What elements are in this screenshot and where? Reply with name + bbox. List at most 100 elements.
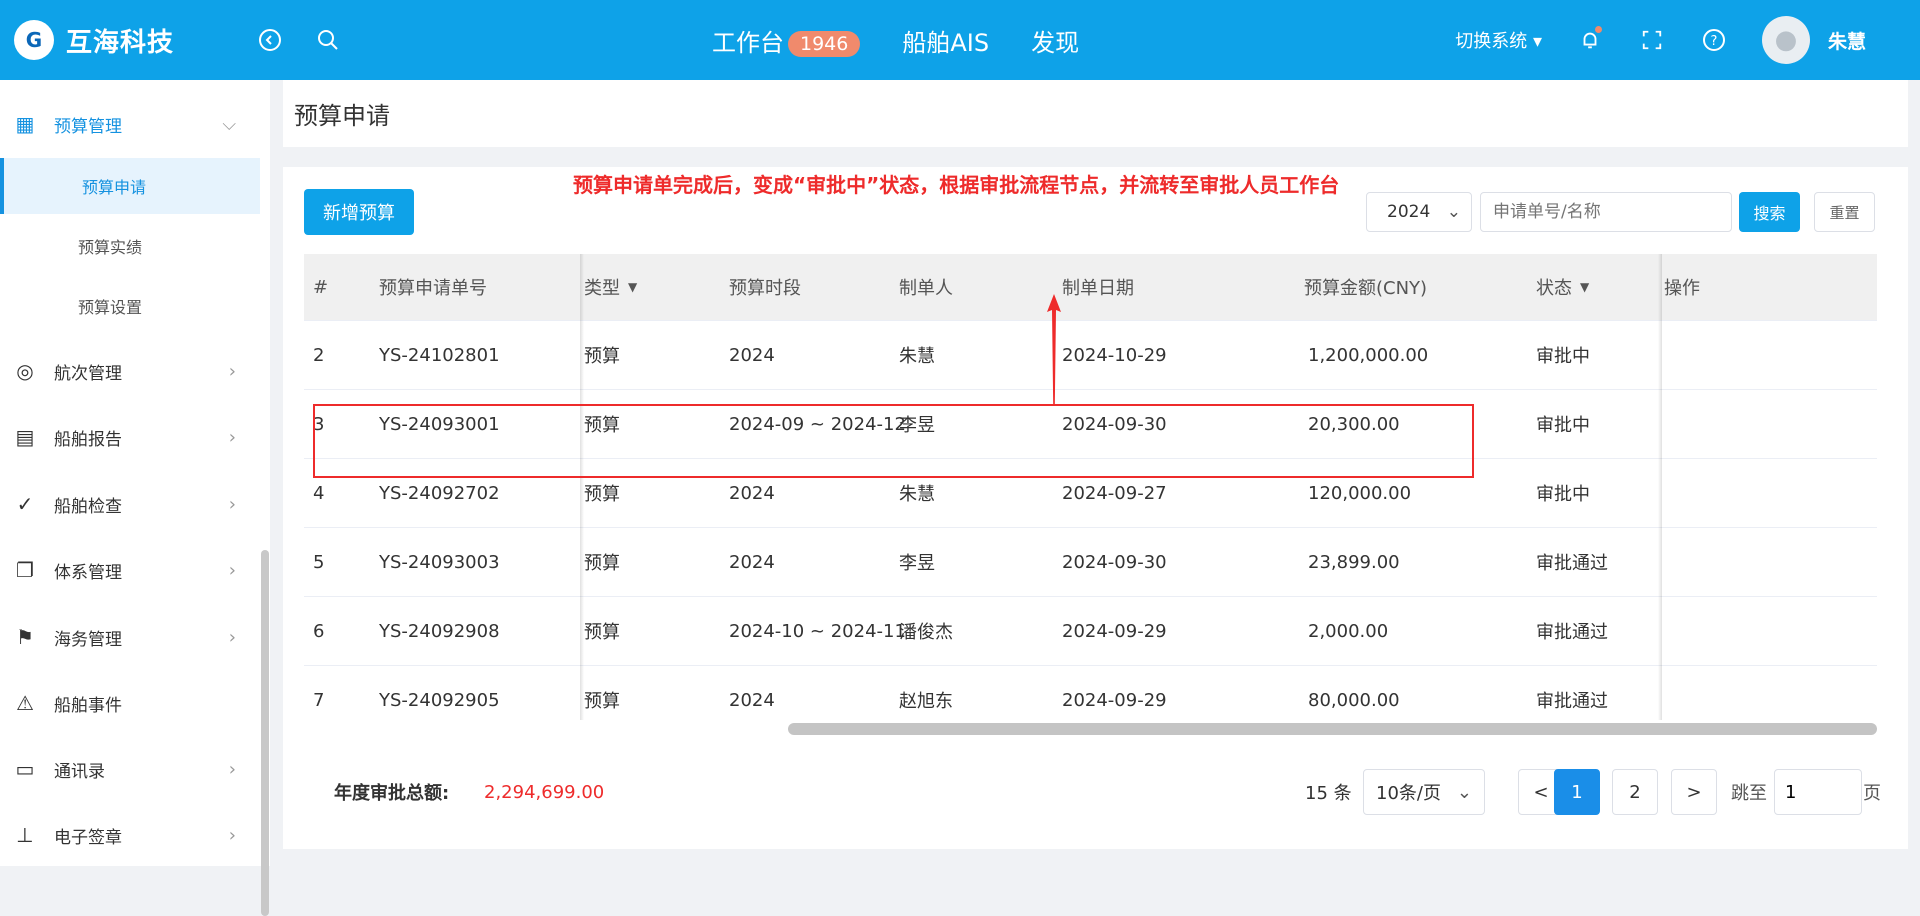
chevron-right-icon: › — [228, 559, 236, 581]
cell-number[interactable]: YS-24092908 — [379, 597, 500, 665]
help-icon[interactable]: ? — [1694, 20, 1734, 60]
switch-system-label: 切换系统 — [1455, 31, 1528, 52]
sidebar-item-ship-inspection[interactable]: ✓ 船舶检查 › — [0, 476, 260, 532]
sidebar-sub-budget-apply[interactable]: 预算申请 — [0, 158, 260, 214]
back-circle-icon[interactable] — [250, 20, 290, 60]
fixed-column-shadow — [580, 254, 584, 720]
cell-type: 预算 — [584, 346, 620, 367]
annual-total-value: 2,294,699.00 — [484, 781, 605, 803]
sidebar-item-label: 船舶事件 — [54, 695, 122, 716]
sidebar-item-label: 通讯录 — [54, 761, 105, 782]
column-header: 预算时段 — [729, 278, 801, 299]
annotation-arrow — [1047, 294, 1061, 406]
cell-amount: 80,000.00 — [1308, 689, 1400, 711]
sidebar-item-ship-report[interactable]: ▤ 船舶报告 › — [0, 409, 260, 465]
page-unit-label: 页 — [1863, 783, 1881, 804]
chevron-right-icon: › — [228, 824, 236, 846]
page-size-select[interactable]: 10条/页 ⌄ — [1363, 769, 1485, 815]
cell-date: 2024-09-29 — [1062, 689, 1167, 711]
table-row[interactable]: 7 YS-24092905 预算 2024 赵旭东 2024-09-29 80,… — [304, 666, 1877, 720]
sidebar-item-ship-events[interactable]: ⚠ 船舶事件 — [0, 675, 260, 731]
chevron-right-icon: › — [228, 426, 236, 448]
stamp-icon: ⊥ — [16, 823, 34, 847]
cell-period: 2024 — [729, 689, 775, 711]
cell-period: 2024 — [729, 344, 775, 366]
table-footer: 年度审批总额: 2,294,699.00 15 条 10条/页 ⌄ < 1 2 >… — [283, 762, 1908, 822]
column-header-type[interactable]: 类型 ▼ — [584, 254, 637, 320]
budget-icon: ▦ — [15, 112, 35, 136]
cell-status: 审批中 — [1536, 346, 1590, 367]
search-button[interactable]: 搜索 — [1739, 192, 1800, 232]
cell-amount: 1,200,000.00 — [1308, 344, 1429, 366]
nav-workbench[interactable]: 工作台 1946 — [712, 23, 861, 58]
cell-status: 审批通过 — [1536, 622, 1608, 643]
nav-discover[interactable]: 发现 — [1031, 23, 1079, 58]
sidebar-sub-label: 预算实绩 — [78, 238, 143, 257]
table-row[interactable]: 5 YS-24093003 预算 2024 李昱 2024-09-30 23,8… — [304, 528, 1877, 597]
table-horizontal-scrollbar[interactable] — [788, 723, 1877, 735]
cell-index: 7 — [313, 689, 325, 711]
cell-maker: 潘俊杰 — [899, 622, 953, 643]
chevron-right-icon: › — [228, 493, 236, 515]
year-select[interactable]: 2024 ⌄ — [1366, 192, 1472, 232]
sidebar-item-label: 体系管理 — [54, 562, 122, 583]
table-row[interactable]: 2 YS-24102801 预算 2024 朱慧 2024-10-29 1,20… — [304, 321, 1877, 390]
app-logo[interactable]: G 互海科技 — [14, 20, 250, 60]
cell-number[interactable]: YS-24102801 — [379, 321, 500, 389]
contacts-icon: ▭ — [15, 757, 35, 781]
user-name[interactable]: 朱慧 — [1828, 27, 1866, 54]
jump-page-input[interactable] — [1774, 769, 1862, 815]
sidebar-group-budget[interactable]: ▦ 预算管理 ⌵ — [0, 96, 260, 152]
cell-type: 预算 — [584, 622, 620, 643]
page-button-2[interactable]: 2 — [1612, 769, 1658, 815]
bell-icon[interactable] — [1570, 20, 1610, 60]
sidebar-item-voyage[interactable]: ◎ 航次管理 › — [0, 343, 260, 399]
cell-index: 6 — [313, 620, 325, 642]
next-page-button[interactable]: > — [1671, 769, 1717, 815]
nav-workbench-label: 工作台 — [712, 28, 784, 57]
chevron-right-icon: › — [228, 758, 236, 780]
page-button-1[interactable]: 1 — [1554, 769, 1600, 815]
sidebar-item-label: 船舶检查 — [54, 496, 122, 517]
table-row[interactable]: 6 YS-24092908 预算 2024-10 ~ 2024-11 潘俊杰 2… — [304, 597, 1877, 666]
cell-type: 预算 — [584, 691, 620, 712]
fullscreen-icon[interactable] — [1632, 20, 1672, 60]
sidebar-item-e-seal[interactable]: ⊥ 电子签章 › — [0, 807, 260, 863]
chevron-down-icon: ⌄ — [1446, 202, 1461, 222]
sidebar-group-label: 预算管理 — [54, 116, 122, 137]
switch-system-dropdown[interactable]: 切换系统 ▾ — [1455, 27, 1542, 53]
sort-caret-icon: ▼ — [628, 280, 638, 294]
sidebar-item-system-mgmt[interactable]: ❐ 体系管理 › — [0, 542, 260, 598]
sidebar-item-contacts[interactable]: ▭ 通讯录 › — [0, 741, 260, 797]
cell-number[interactable]: YS-24093003 — [379, 528, 500, 596]
sort-caret-icon: ▼ — [1580, 280, 1590, 294]
sidebar-sub-budget-actual[interactable]: 预算实绩 — [0, 218, 260, 274]
sidebar: ▦ 预算管理 ⌵ 预算申请 预算实绩 预算设置 ◎ 航次管理 › ▤ 船舶报告 › ✓ 船… — [0, 80, 270, 916]
user-avatar[interactable]: ● — [1761, 16, 1810, 64]
highlight-box — [313, 404, 1474, 478]
cell-number[interactable]: YS-24092905 — [379, 666, 500, 720]
search-icon[interactable] — [308, 20, 348, 60]
search-input[interactable] — [1480, 192, 1732, 232]
column-header: 操作 — [1664, 278, 1700, 299]
sidebar-scrollbar[interactable] — [261, 550, 269, 916]
sidebar-item-marine-affairs[interactable]: ⚑ 海务管理 › — [0, 609, 260, 665]
notification-dot — [1594, 26, 1602, 33]
signpost-icon: ⚑ — [16, 625, 34, 649]
sidebar-sub-budget-settings[interactable]: 预算设置 — [0, 278, 260, 334]
company-logo-icon: G — [14, 20, 54, 60]
column-header: 制单人 — [899, 278, 953, 299]
nav-ship-ais[interactable]: 船舶AIS — [902, 23, 989, 58]
sidebar-item-label: 海务管理 — [54, 629, 122, 650]
top-nav: 工作台 1946 船舶AIS 发现 — [712, 0, 1079, 80]
fixed-column-shadow — [1658, 254, 1662, 720]
column-header-status[interactable]: 状态 ▼ — [1536, 254, 1589, 320]
add-budget-button[interactable]: 新增预算 — [304, 189, 414, 235]
reset-button[interactable]: 重置 — [1814, 192, 1875, 232]
caret-down-icon: ▾ — [1532, 31, 1542, 52]
globe-icon: ◎ — [16, 359, 34, 383]
cell-amount: 23,899.00 — [1308, 551, 1400, 573]
column-header: # — [313, 276, 329, 298]
warning-icon: ⚠ — [16, 691, 34, 715]
sidebar-item-label: 船舶报告 — [54, 429, 122, 450]
